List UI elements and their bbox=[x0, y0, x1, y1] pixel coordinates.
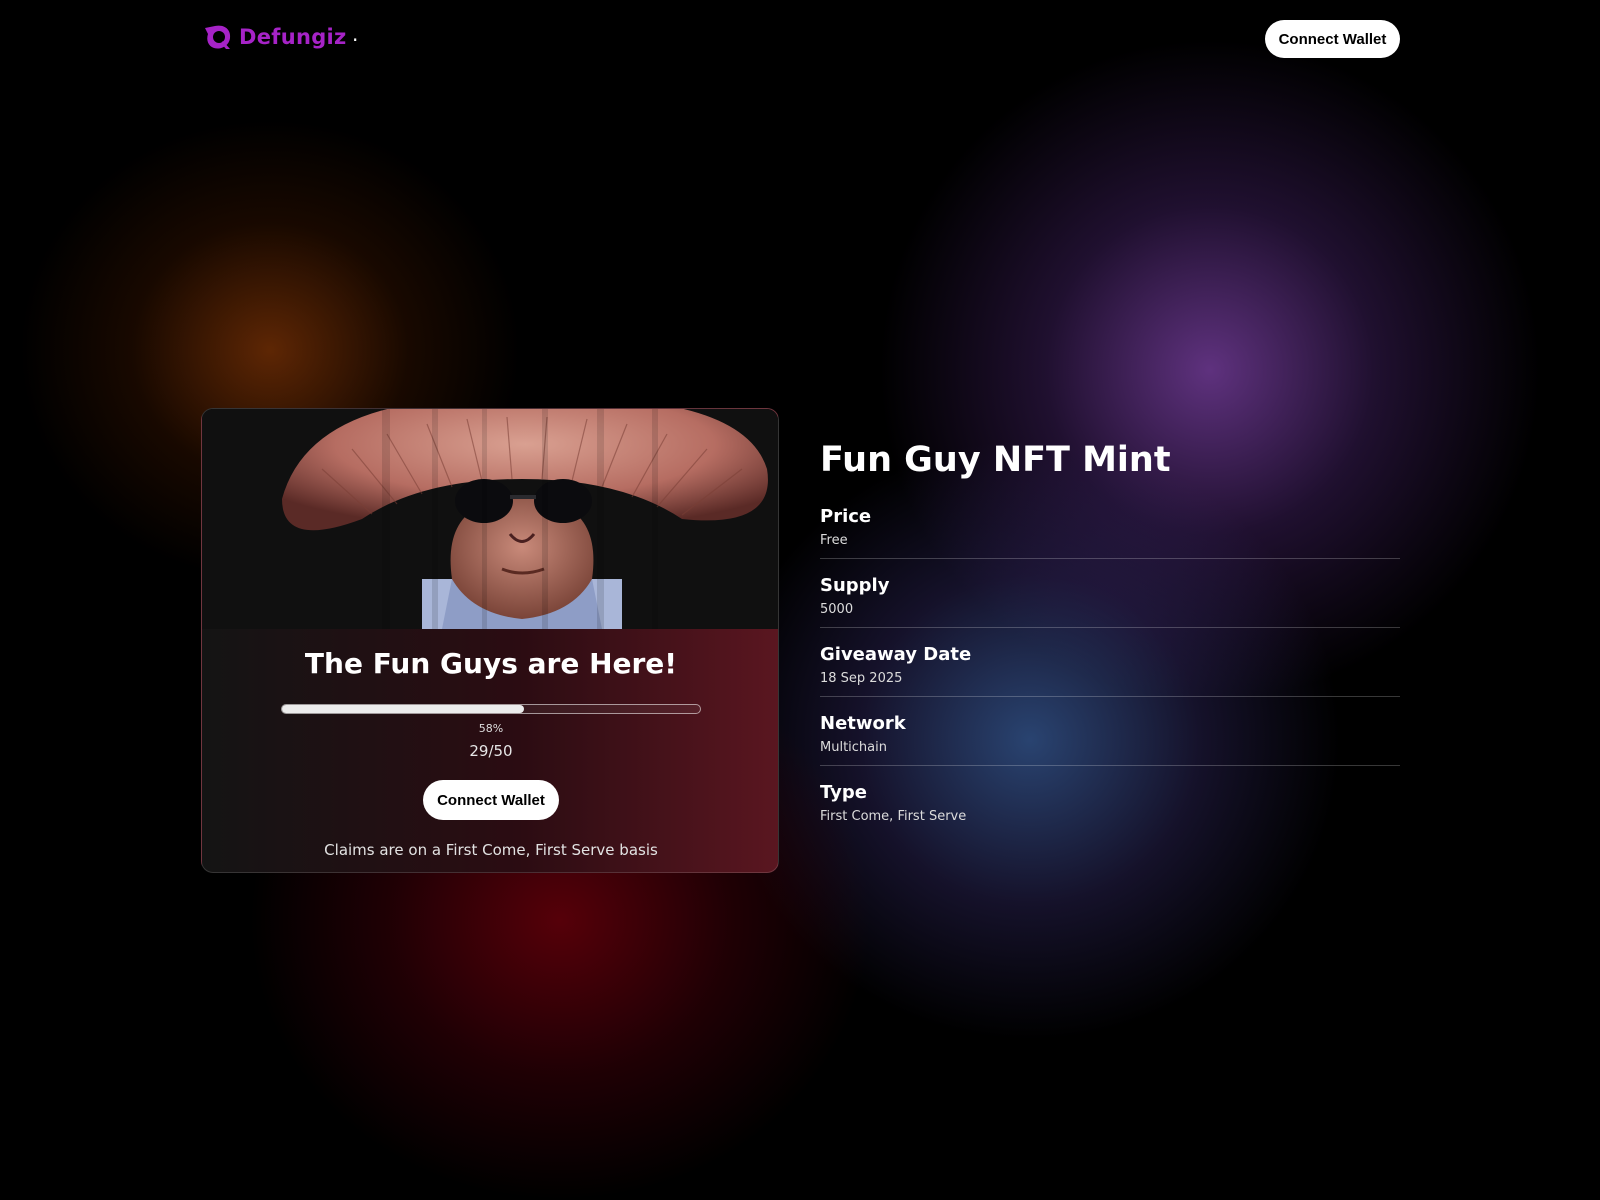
brand-separator: . bbox=[352, 22, 359, 46]
detail-row-giveaway-date: Giveaway Date 18 Sep 2025 bbox=[820, 644, 1400, 697]
card-connect-wallet-button[interactable]: Connect Wallet bbox=[423, 780, 559, 820]
claim-note: Claims are on a First Come, First Serve … bbox=[324, 841, 658, 859]
mint-card: The Fun Guys are Here! 58% 29/50 Connect… bbox=[201, 408, 779, 873]
mint-card-body: The Fun Guys are Here! 58% 29/50 Connect… bbox=[202, 629, 778, 872]
detail-row-price: Price Free bbox=[820, 506, 1400, 559]
detail-row-network: Network Multichain bbox=[820, 713, 1400, 766]
mint-details: Fun Guy NFT Mint Price Free Supply 5000 … bbox=[820, 440, 1400, 850]
claim-progress-fill bbox=[282, 705, 525, 713]
detail-value: 18 Sep 2025 bbox=[820, 671, 903, 686]
detail-row-type: Type First Come, First Serve bbox=[820, 782, 1400, 834]
detail-row-supply: Supply 5000 bbox=[820, 575, 1400, 628]
detail-label: Giveaway Date bbox=[820, 644, 972, 665]
detail-value: 5000 bbox=[820, 602, 854, 617]
detail-value: Multichain bbox=[820, 740, 887, 755]
detail-label: Network bbox=[820, 713, 906, 734]
mint-title: Fun Guy NFT Mint bbox=[820, 440, 1171, 480]
detail-label: Price bbox=[820, 506, 872, 527]
site-header: Defungiz . Connect Wallet bbox=[0, 0, 1600, 80]
mint-card-title: The Fun Guys are Here! bbox=[304, 647, 678, 680]
brand-name: Defungiz bbox=[239, 25, 347, 49]
header-connect-wallet-button[interactable]: Connect Wallet bbox=[1265, 20, 1400, 58]
claim-progress-percent: 58% bbox=[478, 722, 504, 735]
detail-value: First Come, First Serve bbox=[820, 809, 967, 824]
detail-label: Supply bbox=[820, 575, 890, 596]
defungiz-logo-icon bbox=[205, 25, 231, 49]
mushroom-character-image bbox=[202, 409, 778, 629]
claim-progress-bar bbox=[281, 704, 701, 714]
detail-value: Free bbox=[820, 533, 848, 548]
detail-label: Type bbox=[820, 782, 867, 803]
brand-logo-link[interactable]: Defungiz bbox=[203, 22, 347, 52]
claim-count: 29/50 bbox=[469, 742, 513, 760]
